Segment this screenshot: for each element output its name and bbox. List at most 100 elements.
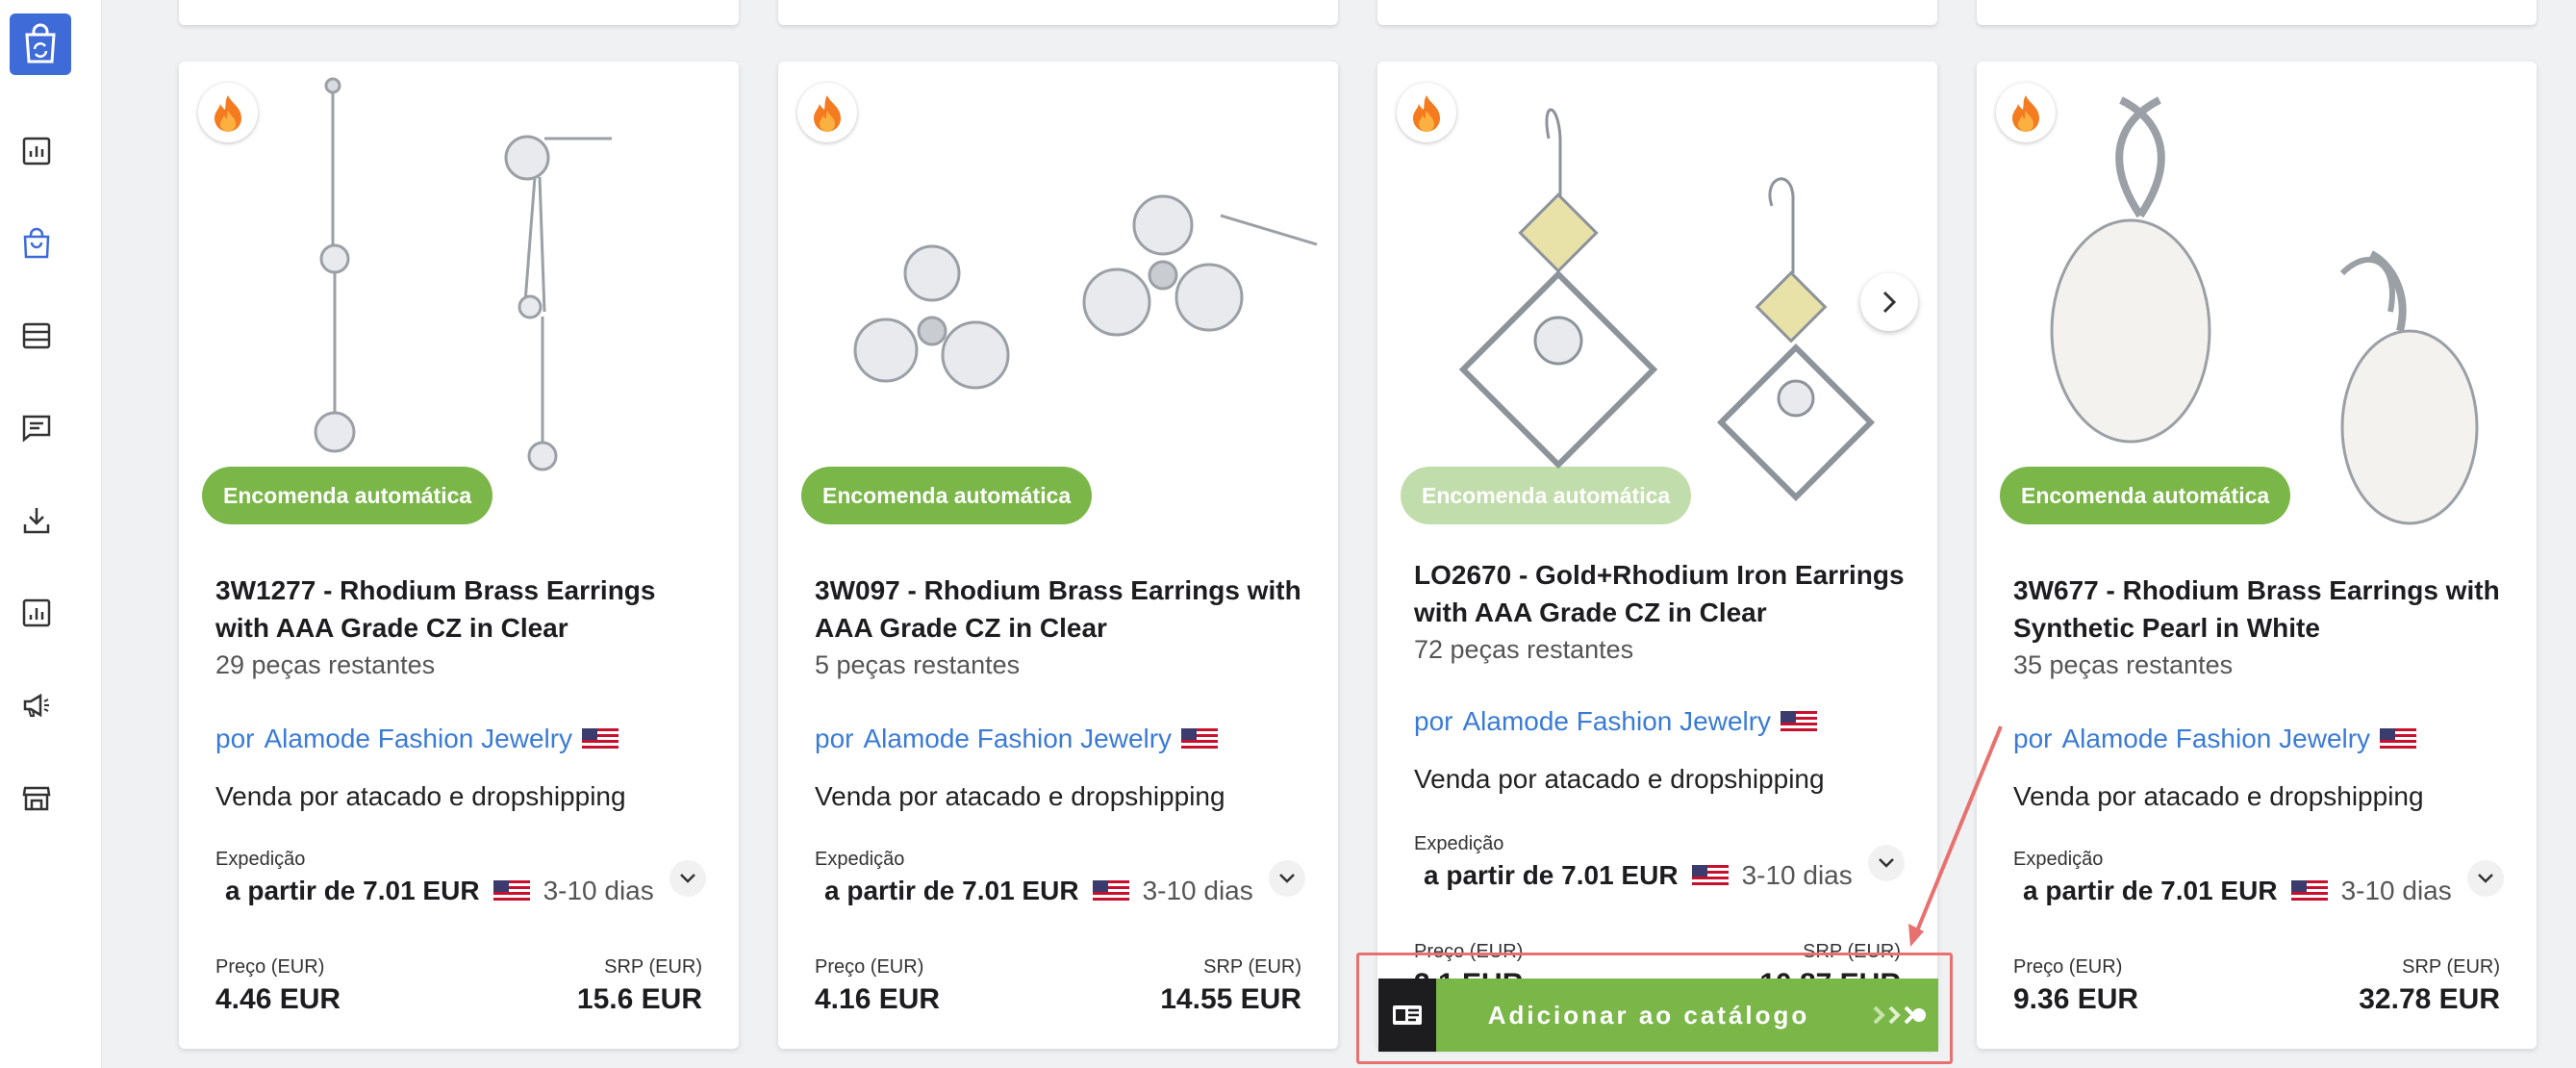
- card-stub: [778, 0, 1338, 25]
- seller-line: por Alamode Fashion Jewelry: [1414, 706, 1818, 737]
- us-flag-icon: [492, 880, 530, 902]
- shipping-row: a partir de 7.01 EUR 3-10 dias: [2023, 876, 2452, 906]
- report-icon[interactable]: [16, 593, 57, 633]
- stock-remaining: 5 peças restantes: [815, 650, 1021, 679]
- catalog-card-icon: [1378, 979, 1436, 1052]
- shopping-bag-icon[interactable]: [16, 223, 57, 264]
- product-card[interactable]: Encomenda automática 3W677 - Rhodium Bra…: [1977, 62, 2537, 1049]
- fire-icon: [1397, 83, 1456, 142]
- megaphone-icon[interactable]: [16, 685, 57, 725]
- product-card[interactable]: Encomenda automática LO2670 - Gold+Rhodi…: [1377, 62, 1937, 1049]
- seller-line: por Alamode Fashion Jewelry: [215, 724, 619, 754]
- sales-type: Venda por atacado e dropshipping: [215, 781, 626, 811]
- seller-link[interactable]: Alamode Fashion Jewelry: [863, 724, 1172, 754]
- add-to-catalog-highlight: Adicionar ao catálogo: [1356, 953, 1953, 1064]
- srp-label: SRP (EUR): [604, 956, 702, 978]
- sales-type: Venda por atacado e dropshipping: [1414, 764, 1825, 794]
- shipping-label: Expedição: [1414, 833, 1504, 854]
- sidebar: [0, 0, 102, 1068]
- price-label: Preço (EUR): [2013, 956, 2123, 978]
- shipping-days: 3-10 dias: [2340, 876, 2452, 905]
- seller-prefix: por: [215, 724, 255, 753]
- product-title[interactable]: LO2670 - Gold+Rhodium Iron Earrings with…: [1414, 556, 1914, 631]
- sales-type: Venda por atacado e dropshipping: [815, 781, 1225, 811]
- product-card[interactable]: Encomenda automática 3W097 - Rhodium Bra…: [778, 62, 1338, 1049]
- srp-value: 32.78 EUR: [2359, 983, 2500, 1015]
- card-stub: [1377, 0, 1937, 25]
- chevron-down-icon[interactable]: [1269, 860, 1305, 897]
- price-value: 9.36 EUR: [2013, 983, 2139, 1015]
- srp-value: 14.55 EUR: [1160, 983, 1301, 1015]
- chevron-down-icon[interactable]: [2467, 860, 2504, 897]
- shipping-price: a partir de 7.01 EUR: [1424, 860, 1679, 890]
- shipping-days: 3-10 dias: [543, 876, 654, 905]
- seller-prefix: por: [1414, 706, 1453, 736]
- stock-remaining: 35 peças restantes: [2013, 650, 2234, 679]
- list-icon[interactable]: [16, 316, 57, 356]
- product-title[interactable]: 3W1277 - Rhodium Brass Earrings with AAA…: [215, 572, 716, 647]
- message-icon[interactable]: [16, 408, 57, 448]
- shipping-price: a partir de 7.01 EUR: [2023, 876, 2278, 905]
- card-stub: [179, 0, 739, 25]
- product-title[interactable]: 3W677 - Rhodium Brass Earrings with Synt…: [2013, 572, 2513, 647]
- stock-remaining: 29 peças restantes: [215, 650, 436, 679]
- shipping-label: Expedição: [2013, 849, 2104, 870]
- us-flag-icon: [1092, 880, 1129, 902]
- product-image[interactable]: Encomenda automática: [1377, 62, 1937, 543]
- product-image[interactable]: Encomenda automática: [1977, 62, 2537, 543]
- price-label: Preço (EUR): [815, 956, 924, 978]
- auto-order-badge: Encomenda automática: [801, 467, 1093, 524]
- fire-icon: [797, 83, 857, 142]
- seller-link[interactable]: Alamode Fashion Jewelry: [264, 724, 572, 754]
- stock-remaining: 72 peças restantes: [1414, 635, 1634, 664]
- download-icon[interactable]: [16, 500, 57, 541]
- chevrons-right-icon: [1861, 1004, 1938, 1026]
- shipping-row: a partir de 7.01 EUR 3-10 dias: [1424, 860, 1853, 891]
- price-label: Preço (EUR): [215, 956, 325, 978]
- shipping-days: 3-10 dias: [1142, 876, 1253, 905]
- fire-icon: [1996, 83, 2056, 142]
- auto-order-badge: Encomenda automática: [202, 467, 493, 524]
- shipping-row: a partir de 7.01 EUR 3-10 dias: [225, 876, 654, 906]
- card-stub: [1977, 0, 2537, 25]
- chevron-down-icon[interactable]: [669, 860, 706, 897]
- product-image[interactable]: Encomenda automática: [778, 62, 1338, 543]
- us-flag-icon: [1691, 865, 1729, 886]
- app-logo-icon[interactable]: [10, 13, 71, 75]
- add-to-catalog-button[interactable]: Adicionar ao catálogo: [1378, 979, 1938, 1052]
- us-flag-icon: [1780, 711, 1818, 732]
- us-flag-icon: [2290, 880, 2328, 902]
- shipping-days: 3-10 dias: [1741, 860, 1853, 890]
- us-flag-icon: [1181, 728, 1219, 750]
- chevron-down-icon[interactable]: [1868, 845, 1905, 881]
- srp-label: SRP (EUR): [2402, 956, 2500, 978]
- shipping-row: a partir de 7.01 EUR 3-10 dias: [824, 876, 1253, 906]
- price-value: 4.16 EUR: [815, 983, 941, 1015]
- sales-type: Venda por atacado e dropshipping: [2013, 781, 2424, 811]
- auto-order-badge: Encomenda automática: [2000, 467, 2291, 524]
- seller-link[interactable]: Alamode Fashion Jewelry: [1462, 706, 1771, 737]
- seller-link[interactable]: Alamode Fashion Jewelry: [2061, 724, 2370, 754]
- us-flag-icon: [582, 728, 619, 750]
- shipping-label: Expedição: [815, 849, 905, 870]
- store-icon[interactable]: [16, 777, 57, 818]
- seller-line: por Alamode Fashion Jewelry: [2013, 724, 2417, 754]
- shipping-price: a partir de 7.01 EUR: [225, 876, 480, 905]
- fire-icon: [198, 83, 258, 142]
- srp-label: SRP (EUR): [1203, 956, 1301, 978]
- shipping-label: Expedição: [215, 849, 306, 870]
- seller-prefix: por: [2013, 724, 2053, 753]
- seller-prefix: por: [815, 724, 854, 753]
- price-value: 4.46 EUR: [215, 983, 341, 1015]
- product-card[interactable]: Encomenda automática 3W1277 - Rhodium Br…: [179, 62, 739, 1049]
- seller-line: por Alamode Fashion Jewelry: [815, 724, 1219, 754]
- add-to-catalog-label: Adicionar ao catálogo: [1487, 1000, 1810, 1030]
- product-title[interactable]: 3W097 - Rhodium Brass Earrings with AAA …: [815, 572, 1315, 647]
- product-image[interactable]: Encomenda automática: [179, 62, 739, 543]
- us-flag-icon: [2380, 728, 2417, 750]
- srp-value: 15.6 EUR: [576, 983, 702, 1015]
- image-next-chevron-right-icon[interactable]: [1860, 273, 1918, 331]
- shipping-price: a partir de 7.01 EUR: [824, 876, 1079, 905]
- auto-order-badge: Encomenda automática: [1401, 467, 1692, 524]
- bar-chart-icon[interactable]: [16, 131, 57, 171]
